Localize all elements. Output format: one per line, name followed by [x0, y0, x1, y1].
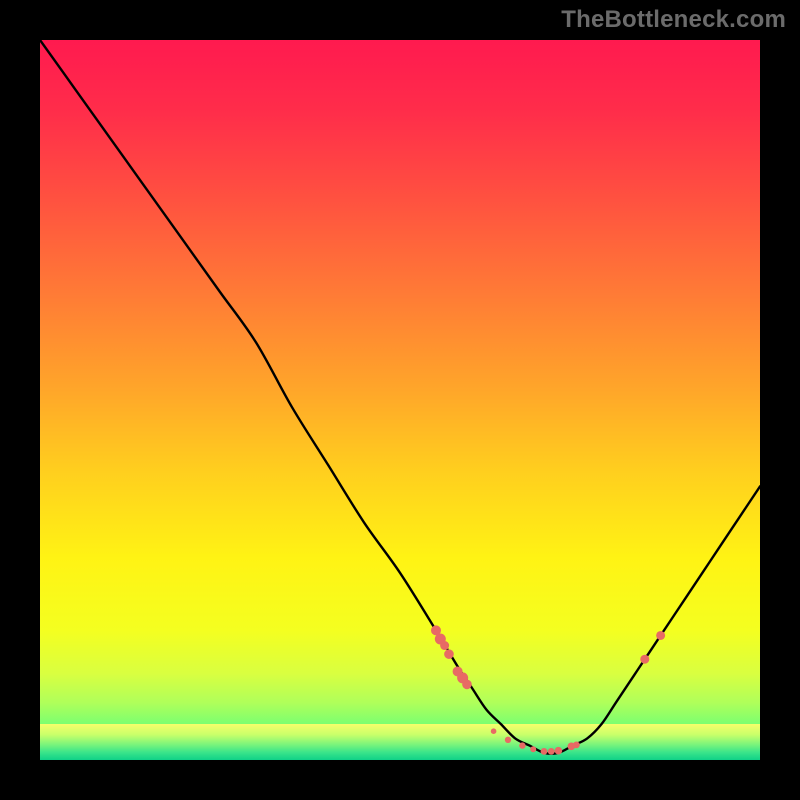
data-marker — [573, 741, 580, 748]
gradient-background — [40, 40, 760, 760]
data-marker — [656, 631, 665, 640]
green-strip — [40, 724, 760, 760]
data-marker — [440, 641, 449, 650]
data-marker — [530, 746, 536, 752]
bottleneck-plot — [40, 40, 760, 760]
attribution-label: TheBottleneck.com — [561, 6, 786, 34]
chart-stage: TheBottleneck.com — [0, 0, 800, 800]
plot-area — [40, 40, 760, 760]
data-marker — [640, 655, 649, 664]
data-marker — [555, 747, 563, 755]
data-marker — [444, 649, 454, 659]
data-marker — [519, 742, 525, 748]
data-marker — [491, 728, 497, 734]
data-marker — [548, 748, 555, 755]
data-marker — [541, 748, 548, 755]
data-marker — [505, 737, 511, 743]
data-marker — [462, 680, 472, 690]
